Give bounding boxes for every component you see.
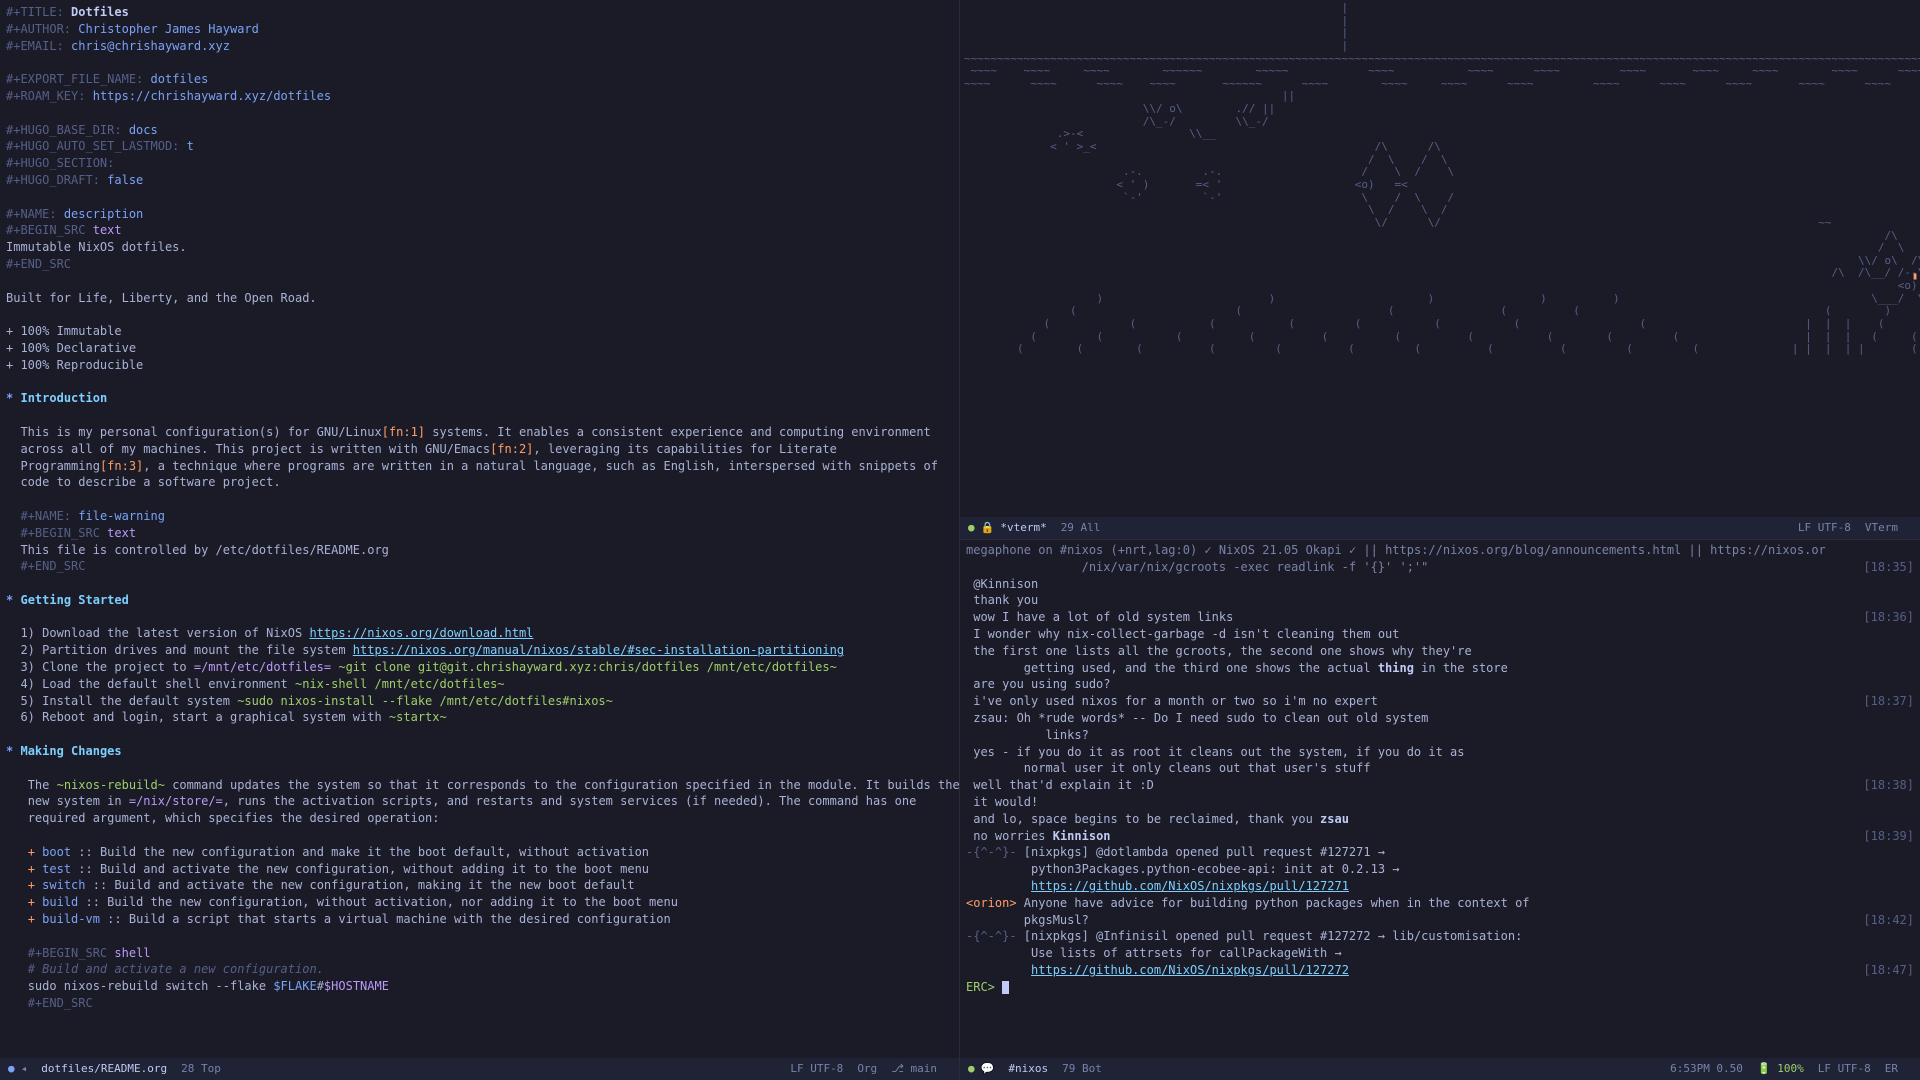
ascii-art-aquarium: | | | | ~~~~~~~~~~~~~~~~~~~~~: [960, 0, 1920, 358]
irc-message: yes - if you do it as root it cleans out…: [966, 745, 1465, 759]
footnote-ref[interactable]: [fn:2]: [490, 442, 533, 456]
modeline-irc: ● 💬 #nixos 79 Bot 6:53PM 0.50 🔋 100% LF …: [960, 1058, 1920, 1080]
feature-item: + 100% Reproducible: [6, 358, 143, 372]
org-keyword-title: #+TITLE:: [6, 5, 64, 19]
irc-message: getting used, and the third one shows th…: [966, 661, 1508, 675]
modeline-channel: #nixos: [1008, 1061, 1048, 1076]
irc-message: wow I have a lot of old system links: [966, 610, 1233, 624]
irc-buffer[interactable]: megaphone on #nixos (+nrt,lag:0) ✓ NixOS…: [960, 540, 1920, 1020]
timestamp: [18:47]: [1863, 962, 1914, 979]
footnote-ref[interactable]: [fn:1]: [382, 425, 425, 439]
shell-comment: # Build and activate a new configuration…: [28, 962, 324, 976]
org-heading-introduction[interactable]: Introduction: [20, 391, 107, 405]
feature-item: + 100% Immutable: [6, 324, 122, 338]
feature-item: + 100% Declarative: [6, 341, 136, 355]
scroll-indicator-icon: ▮: [1912, 270, 1918, 284]
manual-link[interactable]: https://nixos.org/manual/nixos/stable/#s…: [353, 643, 844, 657]
modeline-position: 28 Top: [181, 1061, 221, 1076]
bot-prefix: -{^-^}-: [966, 845, 1017, 859]
irc-message: @Kinnison: [966, 577, 1038, 591]
irc-message: and lo, space begins to be reclaimed, th…: [966, 812, 1349, 826]
modeline-encoding: LF UTF-8: [1798, 520, 1851, 535]
irc-message: it would!: [966, 795, 1038, 809]
vcs-branch: ⎇ main: [891, 1061, 937, 1076]
irc-message: no worries Kinnison: [966, 829, 1111, 843]
org-begin-src: #+BEGIN_SRC: [28, 946, 107, 960]
org-keyword-email: #+EMAIL:: [6, 39, 64, 53]
src-block-body: Immutable NixOS dotfiles.: [6, 240, 187, 254]
editor-pane-left[interactable]: #+TITLE: Dotfiles #+AUTHOR: Christopher …: [0, 0, 960, 1080]
org-document[interactable]: #+TITLE: Dotfiles #+AUTHOR: Christopher …: [6, 4, 953, 1036]
footnote-ref[interactable]: [fn:3]: [100, 459, 143, 473]
pull-request-link[interactable]: https://github.com/NixOS/nixpkgs/pull/12…: [1031, 963, 1349, 977]
org-heading-bullet: *: [6, 391, 13, 405]
org-heading-bullet: *: [6, 593, 13, 607]
modeline-left: ● ◂ dotfiles/README.org 28 Top LF UTF-8 …: [0, 1058, 959, 1080]
org-end-src: #+END_SRC: [6, 257, 71, 271]
modeline-major-mode: ER: [1885, 1061, 1898, 1076]
download-link[interactable]: https://nixos.org/download.html: [309, 626, 533, 640]
bot-prefix: -{^-^}-: [966, 929, 1017, 943]
status-dot-icon: ●: [968, 520, 975, 535]
status-dot-icon: ●: [968, 1061, 975, 1076]
irc-pane[interactable]: megaphone on #nixos (+nrt,lag:0) ✓ NixOS…: [960, 540, 1920, 1080]
org-keyword-name: #+NAME:: [20, 509, 71, 523]
modeline-major-mode: Org: [857, 1061, 877, 1076]
terminal-pane[interactable]: | | | | ~~~~~~~~~~~~~~~~~~~~~: [960, 0, 1920, 540]
irc-message: zsau: Oh *rude words* -- Do I need sudo …: [966, 711, 1428, 725]
modeline-buffer-name: *vterm*: [1000, 520, 1046, 535]
irc-message: I wonder why nix-collect-garbage -d isn'…: [966, 627, 1400, 641]
modeline-encoding: LF UTF-8: [790, 1061, 843, 1076]
modeline-position: 79 Bot: [1062, 1061, 1102, 1076]
timestamp: [18:37]: [1863, 693, 1914, 710]
chat-icon: 💬: [981, 1061, 995, 1076]
erc-prompt: ERC>: [966, 980, 995, 994]
irc-message: normal user it only cleans out that user…: [966, 761, 1371, 775]
timestamp: [18:36]: [1863, 609, 1914, 626]
org-keyword-name: #+NAME:: [6, 207, 57, 221]
text-cursor[interactable]: [1002, 981, 1009, 994]
org-keyword: #+HUGO_SECTION:: [6, 156, 114, 170]
irc-message: are you using sudo?: [966, 677, 1111, 691]
irc-message: well that'd explain it :D: [966, 778, 1154, 792]
tagline: Built for Life, Liberty, and the Open Ro…: [6, 291, 317, 305]
irc-message: links?: [966, 728, 1089, 742]
org-end-src: #+END_SRC: [28, 996, 93, 1010]
org-heading-bullet: *: [6, 744, 13, 758]
org-heading-getting-started[interactable]: Getting Started: [20, 593, 128, 607]
org-keyword: #+ROAM_KEY:: [6, 89, 85, 103]
timestamp: [18:38]: [1863, 777, 1914, 794]
org-begin-src: #+BEGIN_SRC: [6, 223, 85, 237]
org-keyword: #+HUGO_AUTO_SET_LASTMOD:: [6, 139, 179, 153]
modeline-clock: 6:53PM 0.50: [1670, 1061, 1743, 1076]
timestamp: [18:42]: [1863, 912, 1914, 929]
timestamp: [18:39]: [1863, 828, 1914, 845]
irc-message: thank you: [966, 593, 1038, 607]
timestamp: [18:35]: [1863, 559, 1914, 576]
irc-message: i've only used nixos for a month or two …: [966, 694, 1378, 708]
org-email: chris@chrishayward.xyz: [71, 39, 230, 53]
org-keyword-author: #+AUTHOR:: [6, 22, 71, 36]
modeline-filename: dotfiles/README.org: [41, 1061, 167, 1076]
org-keyword: #+HUGO_DRAFT:: [6, 173, 100, 187]
battery-indicator: 🔋 100%: [1757, 1061, 1804, 1076]
irc-message: the first one lists all the gcroots, the…: [966, 644, 1472, 658]
modeline-encoding: LF UTF-8: [1818, 1061, 1871, 1076]
modeline-position: 29 All: [1061, 520, 1101, 535]
org-title: Dotfiles: [71, 5, 129, 19]
org-author: Christopher James Hayward: [78, 22, 259, 36]
org-keyword: #+EXPORT_FILE_NAME:: [6, 72, 143, 86]
lock-icon: 🔒: [981, 520, 995, 535]
modeline-major-mode: VTerm: [1865, 520, 1898, 535]
irc-topic: megaphone on #nixos (+nrt,lag:0) ✓ NixOS…: [966, 542, 1914, 559]
org-end-src: #+END_SRC: [20, 559, 85, 573]
org-keyword: #+HUGO_BASE_DIR:: [6, 123, 122, 137]
irc-nick: <orion>: [966, 896, 1017, 910]
modified-indicator-icon: ●: [8, 1061, 15, 1076]
modeline-vterm: ● 🔒 *vterm* 29 All LF UTF-8 VTerm: [960, 517, 1920, 539]
pull-request-link[interactable]: https://github.com/NixOS/nixpkgs/pull/12…: [1031, 879, 1349, 893]
back-icon[interactable]: ◂: [21, 1061, 28, 1076]
org-begin-src: #+BEGIN_SRC: [20, 526, 99, 540]
org-heading-making-changes[interactable]: Making Changes: [20, 744, 121, 758]
